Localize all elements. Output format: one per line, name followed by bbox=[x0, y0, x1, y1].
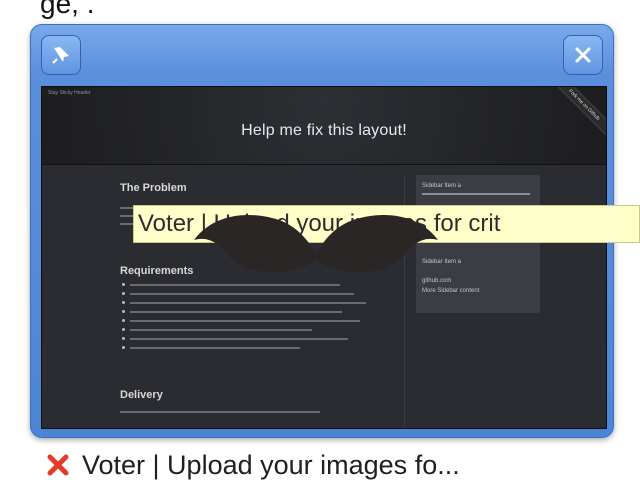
pin-button[interactable] bbox=[41, 35, 81, 75]
list-item-line bbox=[130, 284, 340, 286]
delivery-text-line bbox=[120, 411, 320, 413]
requirements-heading: Requirements bbox=[120, 265, 194, 277]
sidebar-item-1: Sidebar Item a bbox=[422, 183, 462, 189]
list-item-line bbox=[130, 302, 366, 304]
tiny-tab-label: Stay Sticky Header bbox=[48, 90, 91, 96]
bullet-point bbox=[122, 292, 125, 295]
close-button[interactable] bbox=[563, 35, 603, 75]
close-icon bbox=[575, 47, 591, 63]
list-item-line bbox=[130, 293, 354, 295]
bullet-point bbox=[122, 328, 125, 331]
bullet-point bbox=[122, 301, 125, 304]
list-item-line bbox=[130, 338, 348, 340]
list-item-line bbox=[130, 329, 312, 331]
top-partial-text: ge, . bbox=[40, 0, 95, 19]
list-item-line bbox=[130, 347, 300, 349]
bullet-point bbox=[122, 310, 125, 313]
bullet-point bbox=[122, 283, 125, 286]
bullet-point bbox=[122, 346, 125, 349]
caption-row: Voter | Upload your images fo... bbox=[44, 448, 460, 480]
error-x-icon bbox=[47, 454, 69, 476]
list-item-line bbox=[130, 320, 360, 322]
bullet-point bbox=[122, 337, 125, 340]
requirements-list bbox=[122, 283, 372, 373]
bullet-point bbox=[122, 319, 125, 322]
mustache-icon bbox=[194, 214, 438, 273]
pin-icon bbox=[52, 47, 69, 64]
problem-heading: The Problem bbox=[120, 182, 187, 194]
list-item-line bbox=[130, 311, 342, 313]
caption-text: Voter | Upload your images fo... bbox=[82, 449, 460, 480]
sidebar-line bbox=[422, 193, 530, 195]
delivery-heading: Delivery bbox=[120, 389, 163, 401]
screenshot-header: Stay Sticky Header Help me fix this layo… bbox=[42, 87, 606, 165]
sidebar-more: More Sidebar content bbox=[422, 288, 480, 294]
screenshot-title: Help me fix this layout! bbox=[241, 122, 407, 139]
